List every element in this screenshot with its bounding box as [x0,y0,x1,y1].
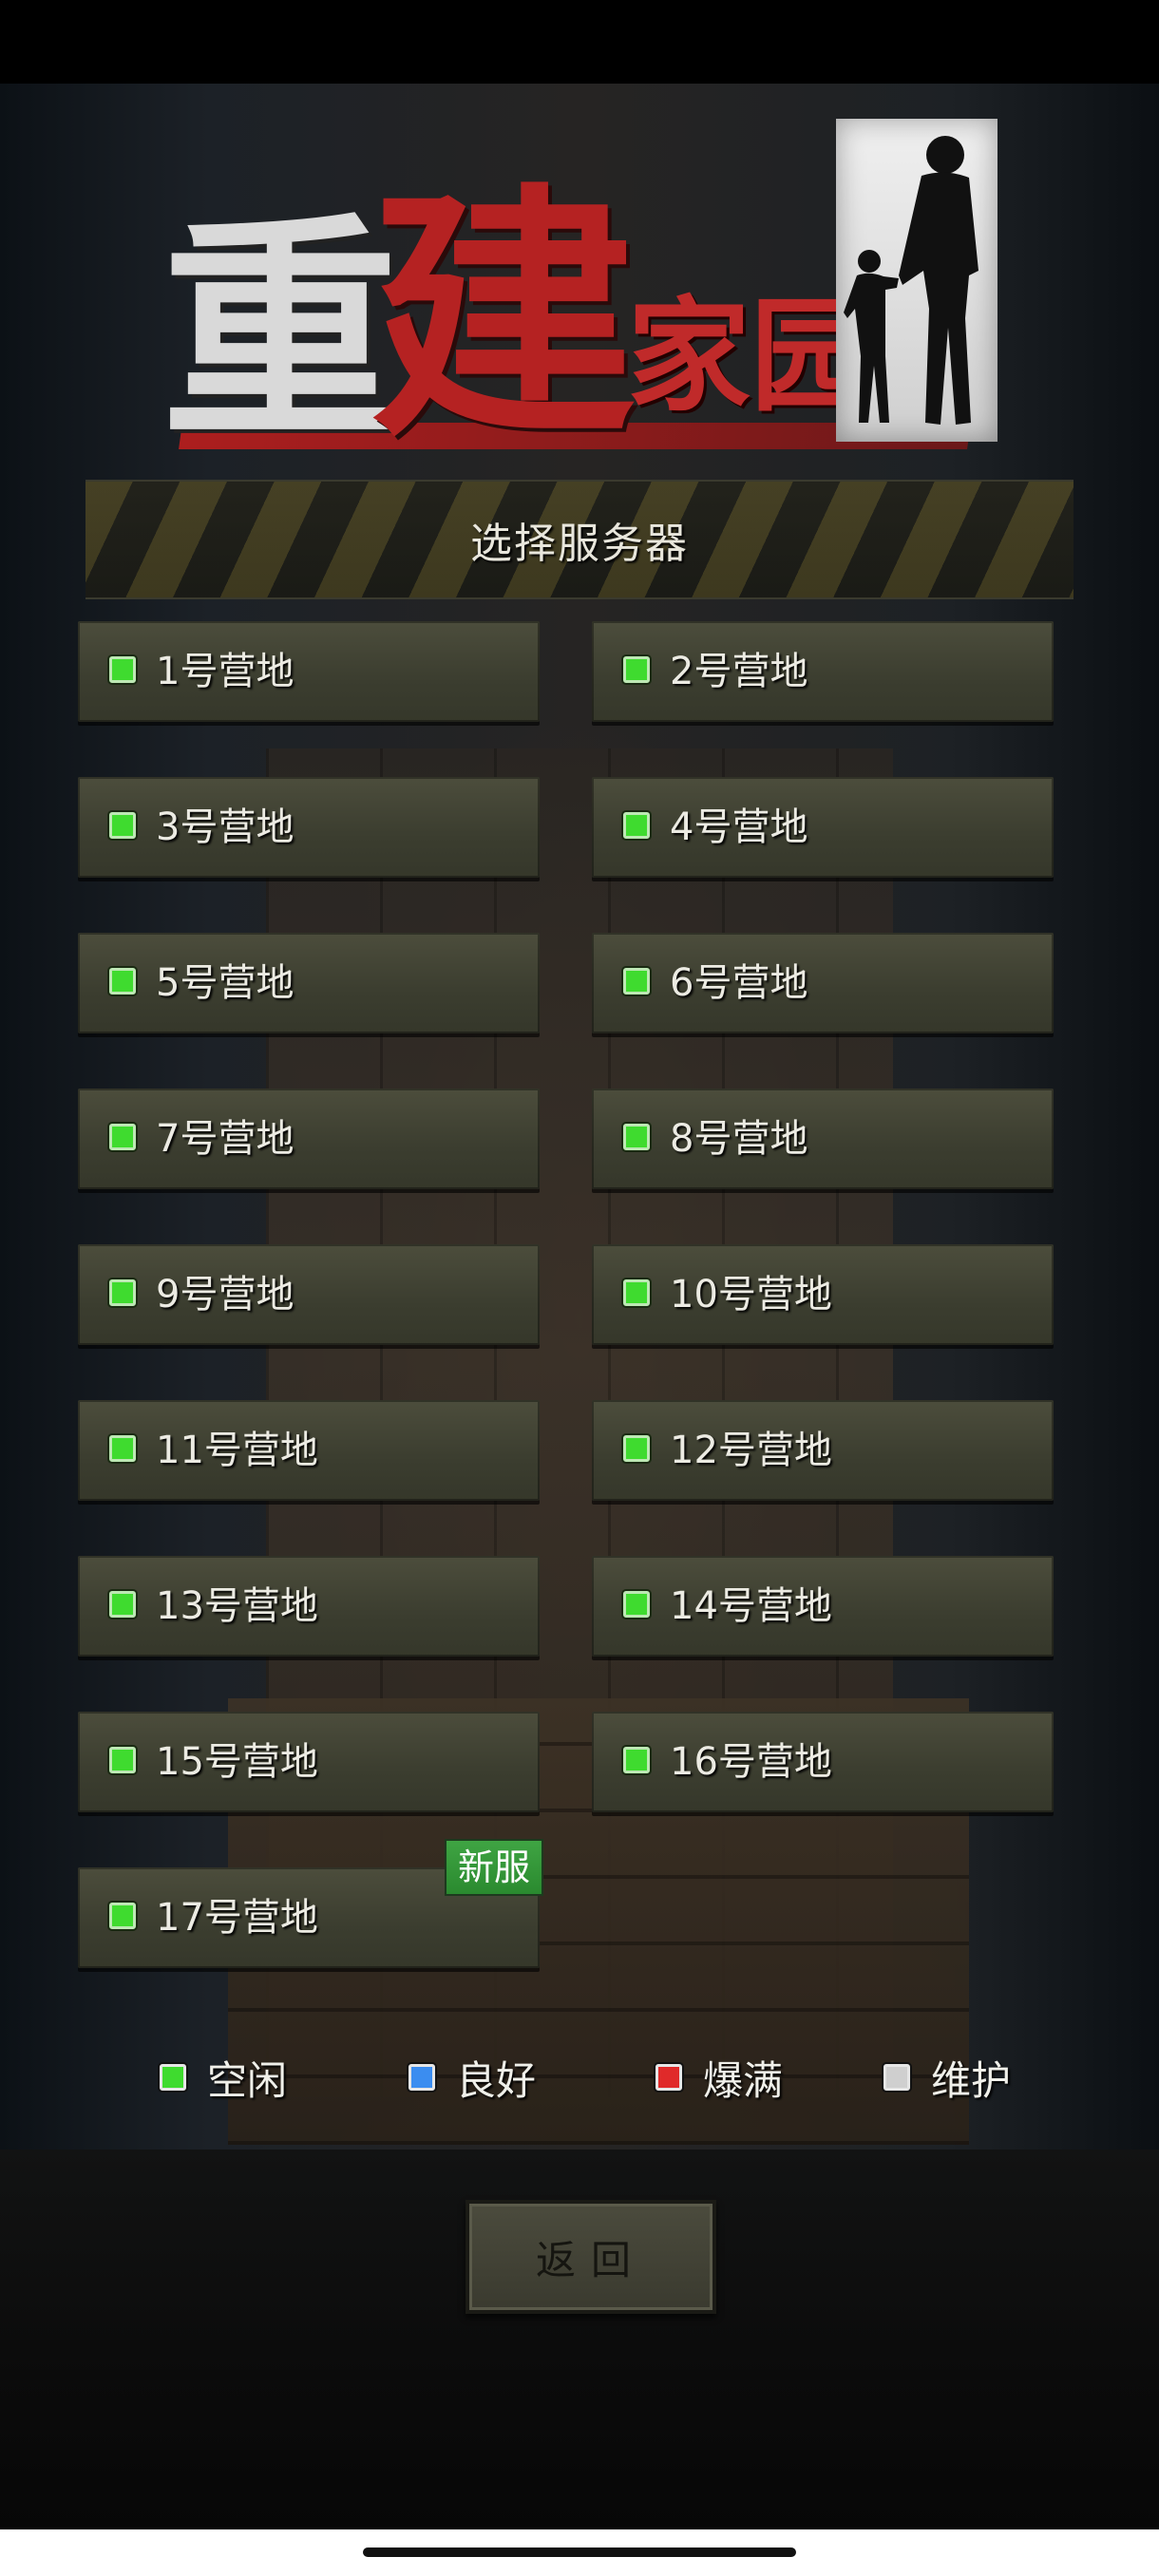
legend-maintenance: 维护 [884,2049,1011,2106]
back-button[interactable]: 返回 [466,2200,716,2314]
server-label: 12号营地 [670,1429,832,1472]
server-button-5[interactable]: 5号营地 [78,933,540,1033]
server-label: 8号营地 [670,1117,808,1161]
status-idle-icon [623,1279,650,1306]
status-idle-icon [109,812,136,839]
status-idle-icon [160,2064,186,2091]
server-button-6[interactable]: 6号营地 [592,933,1054,1033]
status-idle-icon [109,656,136,683]
server-label: 9号营地 [156,1273,294,1316]
status-idle-icon [623,812,650,839]
legend-label: 空闲 [207,2056,288,2104]
server-label: 6号营地 [670,961,808,1005]
legend-label: 爆满 [703,2056,784,2104]
server-button-2[interactable]: 2号营地 [592,621,1054,722]
status-idle-icon [109,1435,136,1462]
status-idle-icon [109,968,136,994]
server-button-1[interactable]: 1号营地 [78,621,540,722]
status-idle-icon [623,1747,650,1773]
status-idle-icon [109,1903,136,1929]
legend-good: 良好 [408,2049,536,2106]
server-button-4[interactable]: 4号营地 [592,777,1054,878]
server-label: 13号营地 [156,1584,318,1628]
server-button-10[interactable]: 10号营地 [592,1244,1054,1345]
legend-idle: 空闲 [160,2049,287,2106]
server-label: 15号营地 [156,1740,318,1784]
home-indicator[interactable] [363,2548,796,2557]
server-button-14[interactable]: 14号营地 [592,1556,1054,1657]
server-label: 11号营地 [156,1429,318,1472]
server-label: 16号营地 [670,1740,832,1784]
status-idle-icon [623,1591,650,1618]
status-idle-icon [623,1435,650,1462]
status-idle-icon [623,656,650,683]
server-label: 5号营地 [156,961,294,1005]
page-title: 选择服务器 [470,520,689,568]
server-button-15[interactable]: 15号营地 [78,1712,540,1812]
server-label: 4号营地 [670,805,808,849]
server-button-9[interactable]: 9号营地 [78,1244,540,1345]
server-button-7[interactable]: 7号营地 [78,1089,540,1189]
status-idle-icon [623,968,650,994]
logo-silhouette-photo [836,119,998,442]
parent-child-silhouette-icon [844,136,978,425]
logo-char-2: 建 [370,163,636,473]
status-bar [0,0,1159,84]
status-good-icon [408,2064,435,2091]
logo-char-1: 重 [162,194,399,470]
status-maintenance-icon [884,2064,910,2091]
legend-label: 维护 [931,2056,1012,2104]
server-button-8[interactable]: 8号营地 [592,1089,1054,1189]
status-idle-icon [109,1279,136,1306]
legend-full: 爆满 [656,2049,783,2106]
server-label: 7号营地 [156,1117,294,1161]
status-idle-icon [109,1591,136,1618]
legend-label: 良好 [456,2056,537,2104]
server-button-16[interactable]: 16号营地 [592,1712,1054,1812]
server-label: 2号营地 [670,650,808,693]
new-server-badge: 新服 [446,1841,542,1894]
status-idle-icon [109,1747,136,1773]
header-bar: 选择服务器 [86,480,1074,599]
server-label: 1号营地 [156,650,294,693]
server-button-3[interactable]: 3号营地 [78,777,540,878]
server-button-13[interactable]: 13号营地 [78,1556,540,1657]
server-label: 14号营地 [670,1584,832,1628]
status-full-icon [656,2064,682,2091]
server-button-11[interactable]: 11号营地 [78,1400,540,1501]
game-logo: 重 建 家园 [162,109,998,461]
status-idle-icon [623,1124,650,1150]
server-label: 3号营地 [156,805,294,849]
server-button-12[interactable]: 12号营地 [592,1400,1054,1501]
server-label: 17号营地 [156,1896,318,1940]
status-idle-icon [109,1124,136,1150]
server-label: 10号营地 [670,1273,832,1316]
